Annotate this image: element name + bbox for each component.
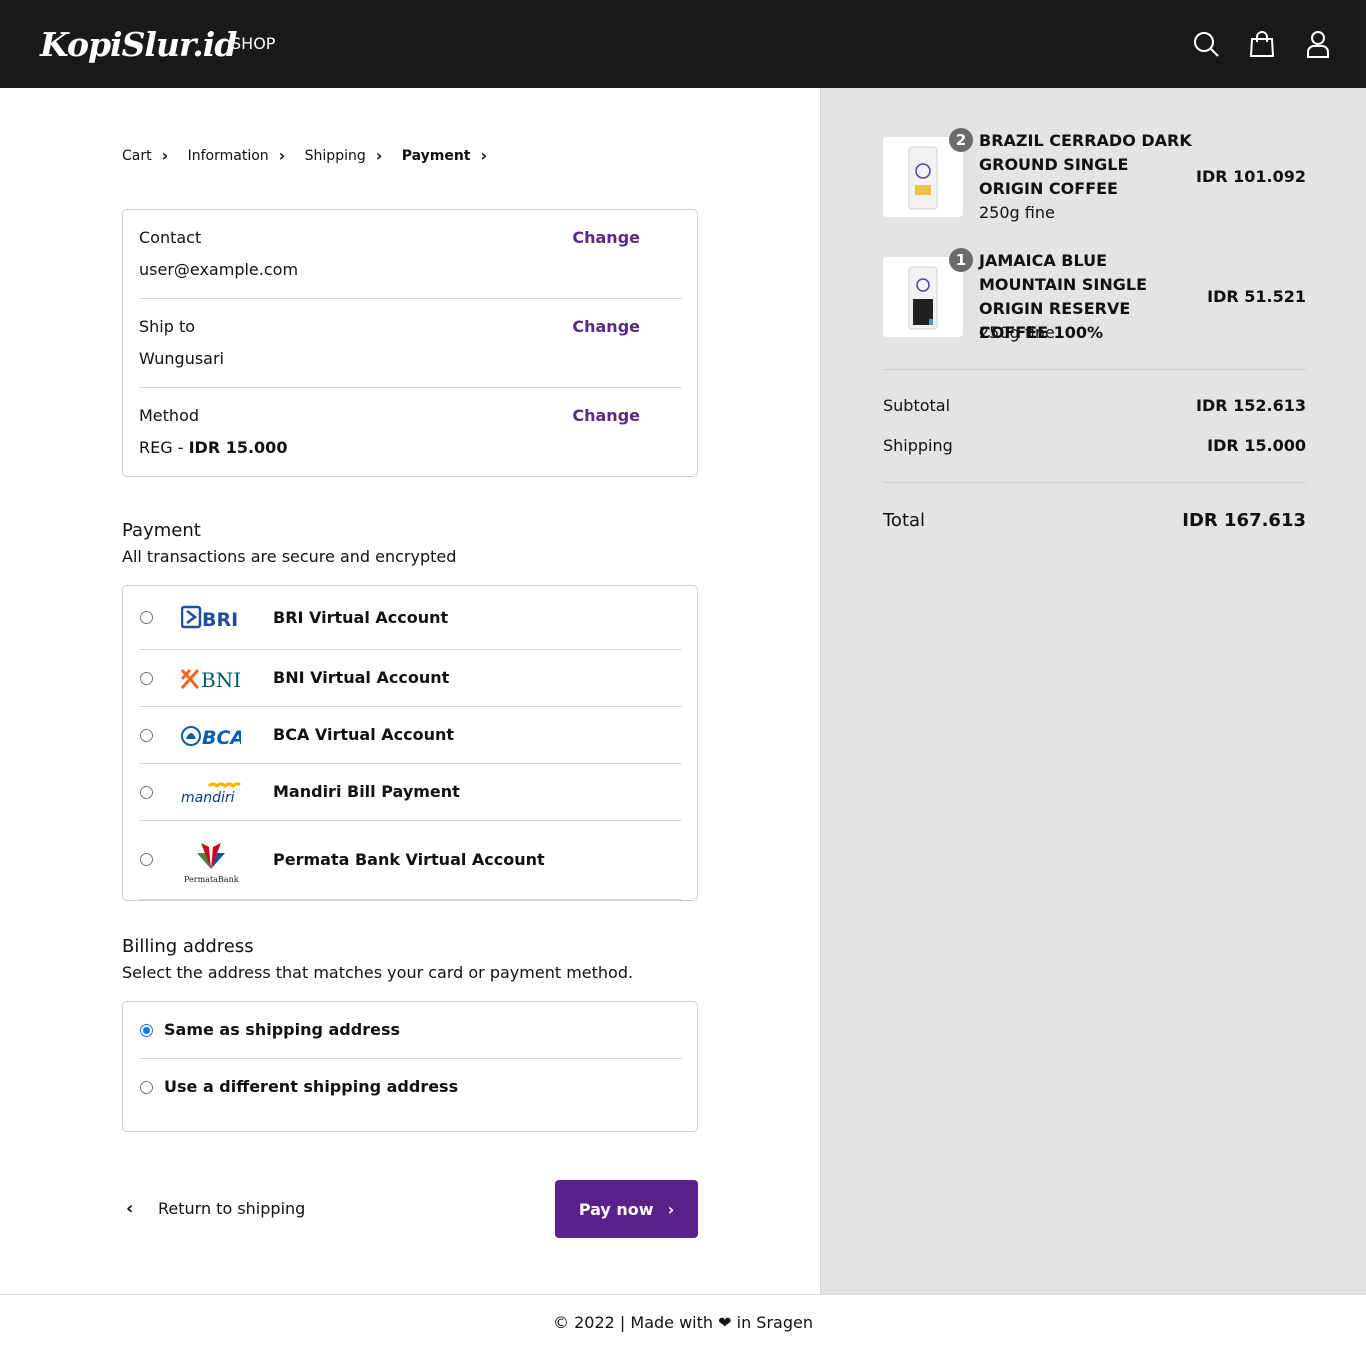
billing-subtitle: Select the address that matches your car… — [122, 963, 634, 982]
mandiri-logo: mandiri — [181, 778, 242, 808]
product-price: IDR 51.521 — [1207, 287, 1306, 306]
payment-name-mandiri: Mandiri Bill Payment — [273, 782, 460, 801]
svg-text:PermataBank: PermataBank — [184, 875, 239, 884]
payment-radio-bri[interactable] — [140, 611, 153, 624]
payment-radio-bni[interactable] — [140, 672, 153, 685]
product-name: BRAZIL CERRADO DARK GROUND SINGLE ORIGIN… — [979, 131, 1192, 198]
product-thumbnail — [883, 137, 963, 217]
payment-subtitle: All transactions are secure and encrypte… — [122, 547, 457, 566]
bca-logo: BCA — [181, 721, 245, 751]
bri-logo: BRI — [180, 603, 241, 633]
payment-name-bca: BCA Virtual Account — [273, 725, 455, 744]
method-name: REG - — [139, 438, 189, 457]
chevron-right-icon: › — [375, 146, 383, 165]
payment-option-mandiri[interactable]: mandiri Mandiri Bill Payment — [139, 764, 682, 821]
change-contact-link[interactable]: Change — [572, 228, 640, 248]
shipping-label: Shipping — [883, 436, 953, 455]
shipping-value: IDR 15.000 — [1207, 436, 1306, 455]
payment-title: Payment — [122, 520, 201, 541]
contact-value: user@example.com — [139, 260, 299, 279]
product-variant: 250g fine — [979, 323, 1055, 342]
nav-shop-link[interactable]: SHOP — [231, 33, 275, 55]
method-price: IDR 15.000 — [188, 438, 288, 457]
svg-text:BRI: BRI — [202, 609, 238, 631]
method-label: Method — [139, 406, 200, 425]
billing-radio-different[interactable] — [140, 1081, 153, 1094]
pay-now-button[interactable]: Pay now › — [555, 1180, 698, 1238]
search-icon[interactable] — [1192, 30, 1220, 58]
chevron-right-icon: › — [480, 146, 488, 165]
breadcrumb-payment: Payment — [401, 148, 471, 164]
svg-text:mandiri: mandiri — [181, 790, 235, 806]
review-method-row: Method REG - IDR 15.000 Change — [139, 388, 682, 477]
billing-label-different: Use a different shipping address — [164, 1077, 459, 1096]
change-ship-to-link[interactable]: Change — [572, 317, 640, 337]
ship-to-value: Wungusari — [139, 349, 224, 368]
payment-name-permata: Permata Bank Virtual Account — [273, 850, 545, 869]
top-navbar: KopiSlur.id SHOP — [0, 0, 1366, 88]
chevron-right-icon: › — [161, 146, 169, 165]
chevron-left-icon: ‹ — [126, 1198, 134, 1219]
footer-text: © 2022 | Made with ❤ in Sragen — [553, 1313, 813, 1332]
user-icon[interactable] — [1304, 30, 1332, 58]
site-footer: © 2022 | Made with ❤ in Sragen — [0, 1294, 1366, 1351]
review-contact-row: Contact user@example.com Change — [139, 210, 682, 299]
pay-now-label: Pay now — [578, 1199, 654, 1219]
breadcrumb-shipping[interactable]: Shipping — [305, 146, 366, 166]
billing-option-different[interactable]: Use a different shipping address — [139, 1059, 682, 1116]
checkout-main: Cart › Information › Shipping › Payment … — [0, 88, 820, 1294]
payment-option-permata[interactable]: PermataBank Permata Bank Virtual Account — [139, 821, 682, 900]
order-summary: 2 BRAZIL CERRADO DARK GROUND SINGLE ORIG… — [820, 88, 1366, 1294]
bni-logo: BNI — [180, 664, 241, 694]
order-review-box: Contact user@example.com Change Ship to … — [122, 209, 698, 477]
payment-methods-box: BRI BRI Virtual Account BNI BNI Virtual … — [122, 585, 698, 901]
svg-text:BCA: BCA — [202, 727, 241, 749]
chevron-right-icon: › — [667, 1199, 675, 1219]
breadcrumb-cart[interactable]: Cart — [122, 146, 152, 166]
billing-option-same[interactable]: Same as shipping address — [139, 1002, 682, 1059]
payment-option-bca[interactable]: BCA BCA Virtual Account — [139, 707, 682, 764]
billing-title: Billing address — [122, 936, 254, 957]
billing-label-same: Same as shipping address — [164, 1020, 400, 1039]
quantity-badge: 1 — [949, 248, 973, 272]
product-variant: 250g fine — [979, 203, 1055, 222]
cart-item: 1 JAMAICA BLUE MOUNTAIN SINGLE ORIGIN RE… — [883, 248, 1306, 353]
breadcrumb-information[interactable]: Information — [188, 146, 269, 166]
svg-text:BNI: BNI — [201, 668, 241, 692]
permata-bank-logo: PermataBank — [181, 839, 241, 885]
quantity-badge: 2 — [949, 128, 973, 152]
payment-option-bni[interactable]: BNI BNI Virtual Account — [139, 650, 682, 707]
review-ship-to-row: Ship to Wungusari Change — [139, 299, 682, 388]
contact-label: Contact — [139, 228, 202, 247]
return-label: Return to shipping — [158, 1199, 306, 1218]
payment-radio-mandiri[interactable] — [140, 786, 153, 799]
ship-to-label: Ship to — [139, 317, 196, 336]
total-label: Total — [883, 510, 926, 531]
divider — [883, 369, 1306, 370]
change-method-link[interactable]: Change — [572, 406, 640, 426]
cart-icon[interactable] — [1248, 30, 1276, 58]
subtotal-value: IDR 152.613 — [1196, 396, 1306, 415]
cart-item: 2 BRAZIL CERRADO DARK GROUND SINGLE ORIG… — [883, 128, 1306, 233]
payment-radio-bca[interactable] — [140, 729, 153, 742]
total-value: IDR 167.613 — [1182, 510, 1306, 531]
subtotal-label: Subtotal — [883, 396, 951, 415]
payment-name-bri: BRI Virtual Account — [273, 608, 449, 627]
return-to-shipping-link[interactable]: ‹ Return to shipping — [122, 1197, 305, 1221]
product-thumbnail — [883, 257, 963, 337]
method-value: REG - IDR 15.000 — [139, 438, 287, 458]
divider — [139, 899, 682, 900]
billing-address-box: Same as shipping address Use a different… — [122, 1001, 698, 1132]
site-logo[interactable]: KopiSlur.id — [40, 24, 237, 66]
billing-radio-same[interactable] — [140, 1024, 153, 1037]
breadcrumb: Cart › Information › Shipping › Payment … — [122, 146, 507, 166]
payment-radio-permata[interactable] — [140, 853, 153, 866]
chevron-right-icon: › — [278, 146, 286, 165]
product-price: IDR 101.092 — [1196, 167, 1306, 186]
payment-name-bni: BNI Virtual Account — [273, 668, 450, 687]
payment-option-bri[interactable]: BRI BRI Virtual Account — [139, 586, 682, 650]
divider — [883, 482, 1306, 483]
